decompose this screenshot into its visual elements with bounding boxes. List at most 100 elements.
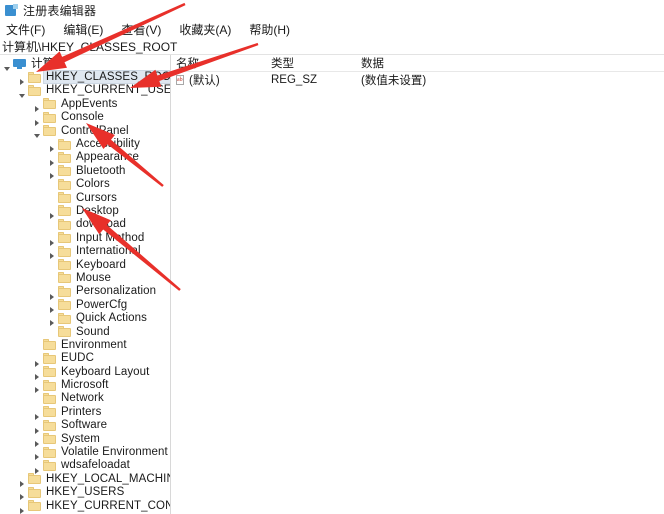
address-path: 计算机\HKEY_CLASSES_ROOT xyxy=(2,38,177,55)
tree-item-label: Appearance xyxy=(74,151,141,163)
tree-item-label: Network xyxy=(59,392,106,404)
menu-view[interactable]: 查看(V) xyxy=(121,21,170,38)
column-header-type[interactable]: 类型 xyxy=(266,55,356,71)
tree-item-label: HKEY_USERS xyxy=(44,486,126,498)
column-header-name[interactable]: 名称 xyxy=(171,55,266,71)
tree-item-input-method[interactable]: Input Method xyxy=(0,231,170,244)
folder-icon xyxy=(43,98,56,109)
folder-icon xyxy=(58,139,71,150)
folder-icon xyxy=(43,393,56,404)
tree-item-label: Desktop xyxy=(74,205,121,217)
tree-item-download[interactable]: download xyxy=(0,218,170,231)
tree-item-controlpanel[interactable]: ControlPanel xyxy=(0,124,170,137)
column-header-data[interactable]: 数据 xyxy=(356,55,664,71)
tree-item-microsoft[interactable]: Microsoft xyxy=(0,378,170,391)
tree-item-label: HKEY_CURRENT_USER xyxy=(44,84,171,96)
folder-icon xyxy=(58,286,71,297)
address-bar[interactable]: 计算机\HKEY_CLASSES_ROOT xyxy=(0,38,664,55)
values-list-pane[interactable]: 名称 类型 数据 ab(默认)REG_SZ(数值未设置) xyxy=(171,55,664,514)
tree-item-appearance[interactable]: Appearance xyxy=(0,151,170,164)
folder-icon xyxy=(58,313,71,324)
tree-item-label: Volatile Environment xyxy=(59,446,170,458)
folder-icon xyxy=(43,460,56,471)
tree-item-system[interactable]: System xyxy=(0,432,170,445)
value-name-text: (默认) xyxy=(189,72,220,88)
folder-icon xyxy=(28,487,41,498)
tree-item-appevents[interactable]: AppEvents xyxy=(0,97,170,110)
tree-item-label: Environment xyxy=(59,339,129,351)
tree-item-hkey-local-machine[interactable]: HKEY_LOCAL_MACHINE xyxy=(0,472,170,485)
tree-item-label: International xyxy=(74,245,143,257)
tree-item-label: ControlPanel xyxy=(59,125,131,137)
tree-item-label: Quick Actions xyxy=(74,312,149,324)
folder-icon xyxy=(28,473,41,484)
tree-item-wdsafeloadat[interactable]: wdsafeloadat xyxy=(0,459,170,472)
folder-icon xyxy=(58,152,71,163)
folder-icon xyxy=(58,192,71,203)
folder-icon xyxy=(43,406,56,417)
main-split: 计算机HKEY_CLASSES_ROOTHKEY_CURRENT_USERApp… xyxy=(0,55,664,514)
tree-item-hkey-current-config[interactable]: HKEY_CURRENT_CONFIG xyxy=(0,499,170,512)
tree-item-cursors[interactable]: Cursors xyxy=(0,191,170,204)
tree-item-software[interactable]: Software xyxy=(0,419,170,432)
folder-icon xyxy=(43,112,56,123)
folder-icon xyxy=(28,500,41,511)
computer-icon xyxy=(13,58,26,69)
registry-editor-icon xyxy=(5,4,18,17)
menu-file[interactable]: 文件(F) xyxy=(6,21,54,38)
tree-item-label: Mouse xyxy=(74,272,113,284)
tree-item-label: wdsafeloadat xyxy=(59,459,132,471)
tree-item-hkey-users[interactable]: HKEY_USERS xyxy=(0,486,170,499)
tree-item-quick-actions[interactable]: Quick Actions xyxy=(0,311,170,324)
folder-icon xyxy=(43,447,56,458)
value-row[interactable]: ab(默认)REG_SZ(数值未设置) xyxy=(171,72,664,87)
tree-item-label: PowerCfg xyxy=(74,299,129,311)
menu-help[interactable]: 帮助(H) xyxy=(249,21,299,38)
folder-icon xyxy=(58,299,71,310)
menu-edit[interactable]: 编辑(E) xyxy=(63,21,112,38)
tree-item-mouse[interactable]: Mouse xyxy=(0,271,170,284)
value-type-cell: REG_SZ xyxy=(266,74,356,86)
tree-item-accessibility[interactable]: Accessibility xyxy=(0,137,170,150)
folder-icon xyxy=(43,380,56,391)
menu-favorites[interactable]: 收藏夹(A) xyxy=(179,21,240,38)
tree-item-label: EUDC xyxy=(59,352,96,364)
tree-item-label: Bluetooth xyxy=(74,165,128,177)
folder-icon xyxy=(43,353,56,364)
title-bar: 注册表编辑器 xyxy=(0,0,664,20)
tree-item-hkey-classes-root[interactable]: HKEY_CLASSES_ROOT xyxy=(0,70,170,83)
tree-item-hkey-current-user[interactable]: HKEY_CURRENT_USER xyxy=(0,84,170,97)
tree-item-keyboard-layout[interactable]: Keyboard Layout xyxy=(0,365,170,378)
tree-item-powercfg[interactable]: PowerCfg xyxy=(0,298,170,311)
folder-icon xyxy=(58,179,71,190)
folder-icon xyxy=(58,205,71,216)
tree-item-colors[interactable]: Colors xyxy=(0,178,170,191)
tree-item-desktop[interactable]: Desktop xyxy=(0,204,170,217)
folder-icon xyxy=(28,85,41,96)
tree-item-sound[interactable]: Sound xyxy=(0,325,170,338)
tree-item-keyboard[interactable]: Keyboard xyxy=(0,258,170,271)
menu-bar: 文件(F) 编辑(E) 查看(V) 收藏夹(A) 帮助(H) xyxy=(0,20,664,38)
tree-item-volatile-environment[interactable]: Volatile Environment xyxy=(0,445,170,458)
tree-item-eudc[interactable]: EUDC xyxy=(0,352,170,365)
tree-item-console[interactable]: Console xyxy=(0,111,170,124)
registry-tree-pane[interactable]: 计算机HKEY_CLASSES_ROOTHKEY_CURRENT_USERApp… xyxy=(0,55,171,514)
tree-item-label: Input Method xyxy=(74,232,146,244)
tree-item-international[interactable]: International xyxy=(0,244,170,257)
folder-icon xyxy=(58,165,71,176)
folder-icon xyxy=(28,72,41,83)
tree-item-label: Keyboard Layout xyxy=(59,366,151,378)
tree-item-label: Cursors xyxy=(74,192,119,204)
folder-icon xyxy=(58,246,71,257)
folder-icon xyxy=(58,232,71,243)
tree-item-network[interactable]: Network xyxy=(0,392,170,405)
tree-item-bluetooth[interactable]: Bluetooth xyxy=(0,164,170,177)
tree-item-personalization[interactable]: Personalization xyxy=(0,285,170,298)
values-list-body: ab(默认)REG_SZ(数值未设置) xyxy=(171,72,664,87)
tree-item--[interactable]: 计算机 xyxy=(0,57,170,70)
tree-item-label: Sound xyxy=(74,326,112,338)
tree-item-printers[interactable]: Printers xyxy=(0,405,170,418)
tree-item-label: Personalization xyxy=(74,285,158,297)
folder-icon xyxy=(43,366,56,377)
tree-item-environment[interactable]: Environment xyxy=(0,338,170,351)
